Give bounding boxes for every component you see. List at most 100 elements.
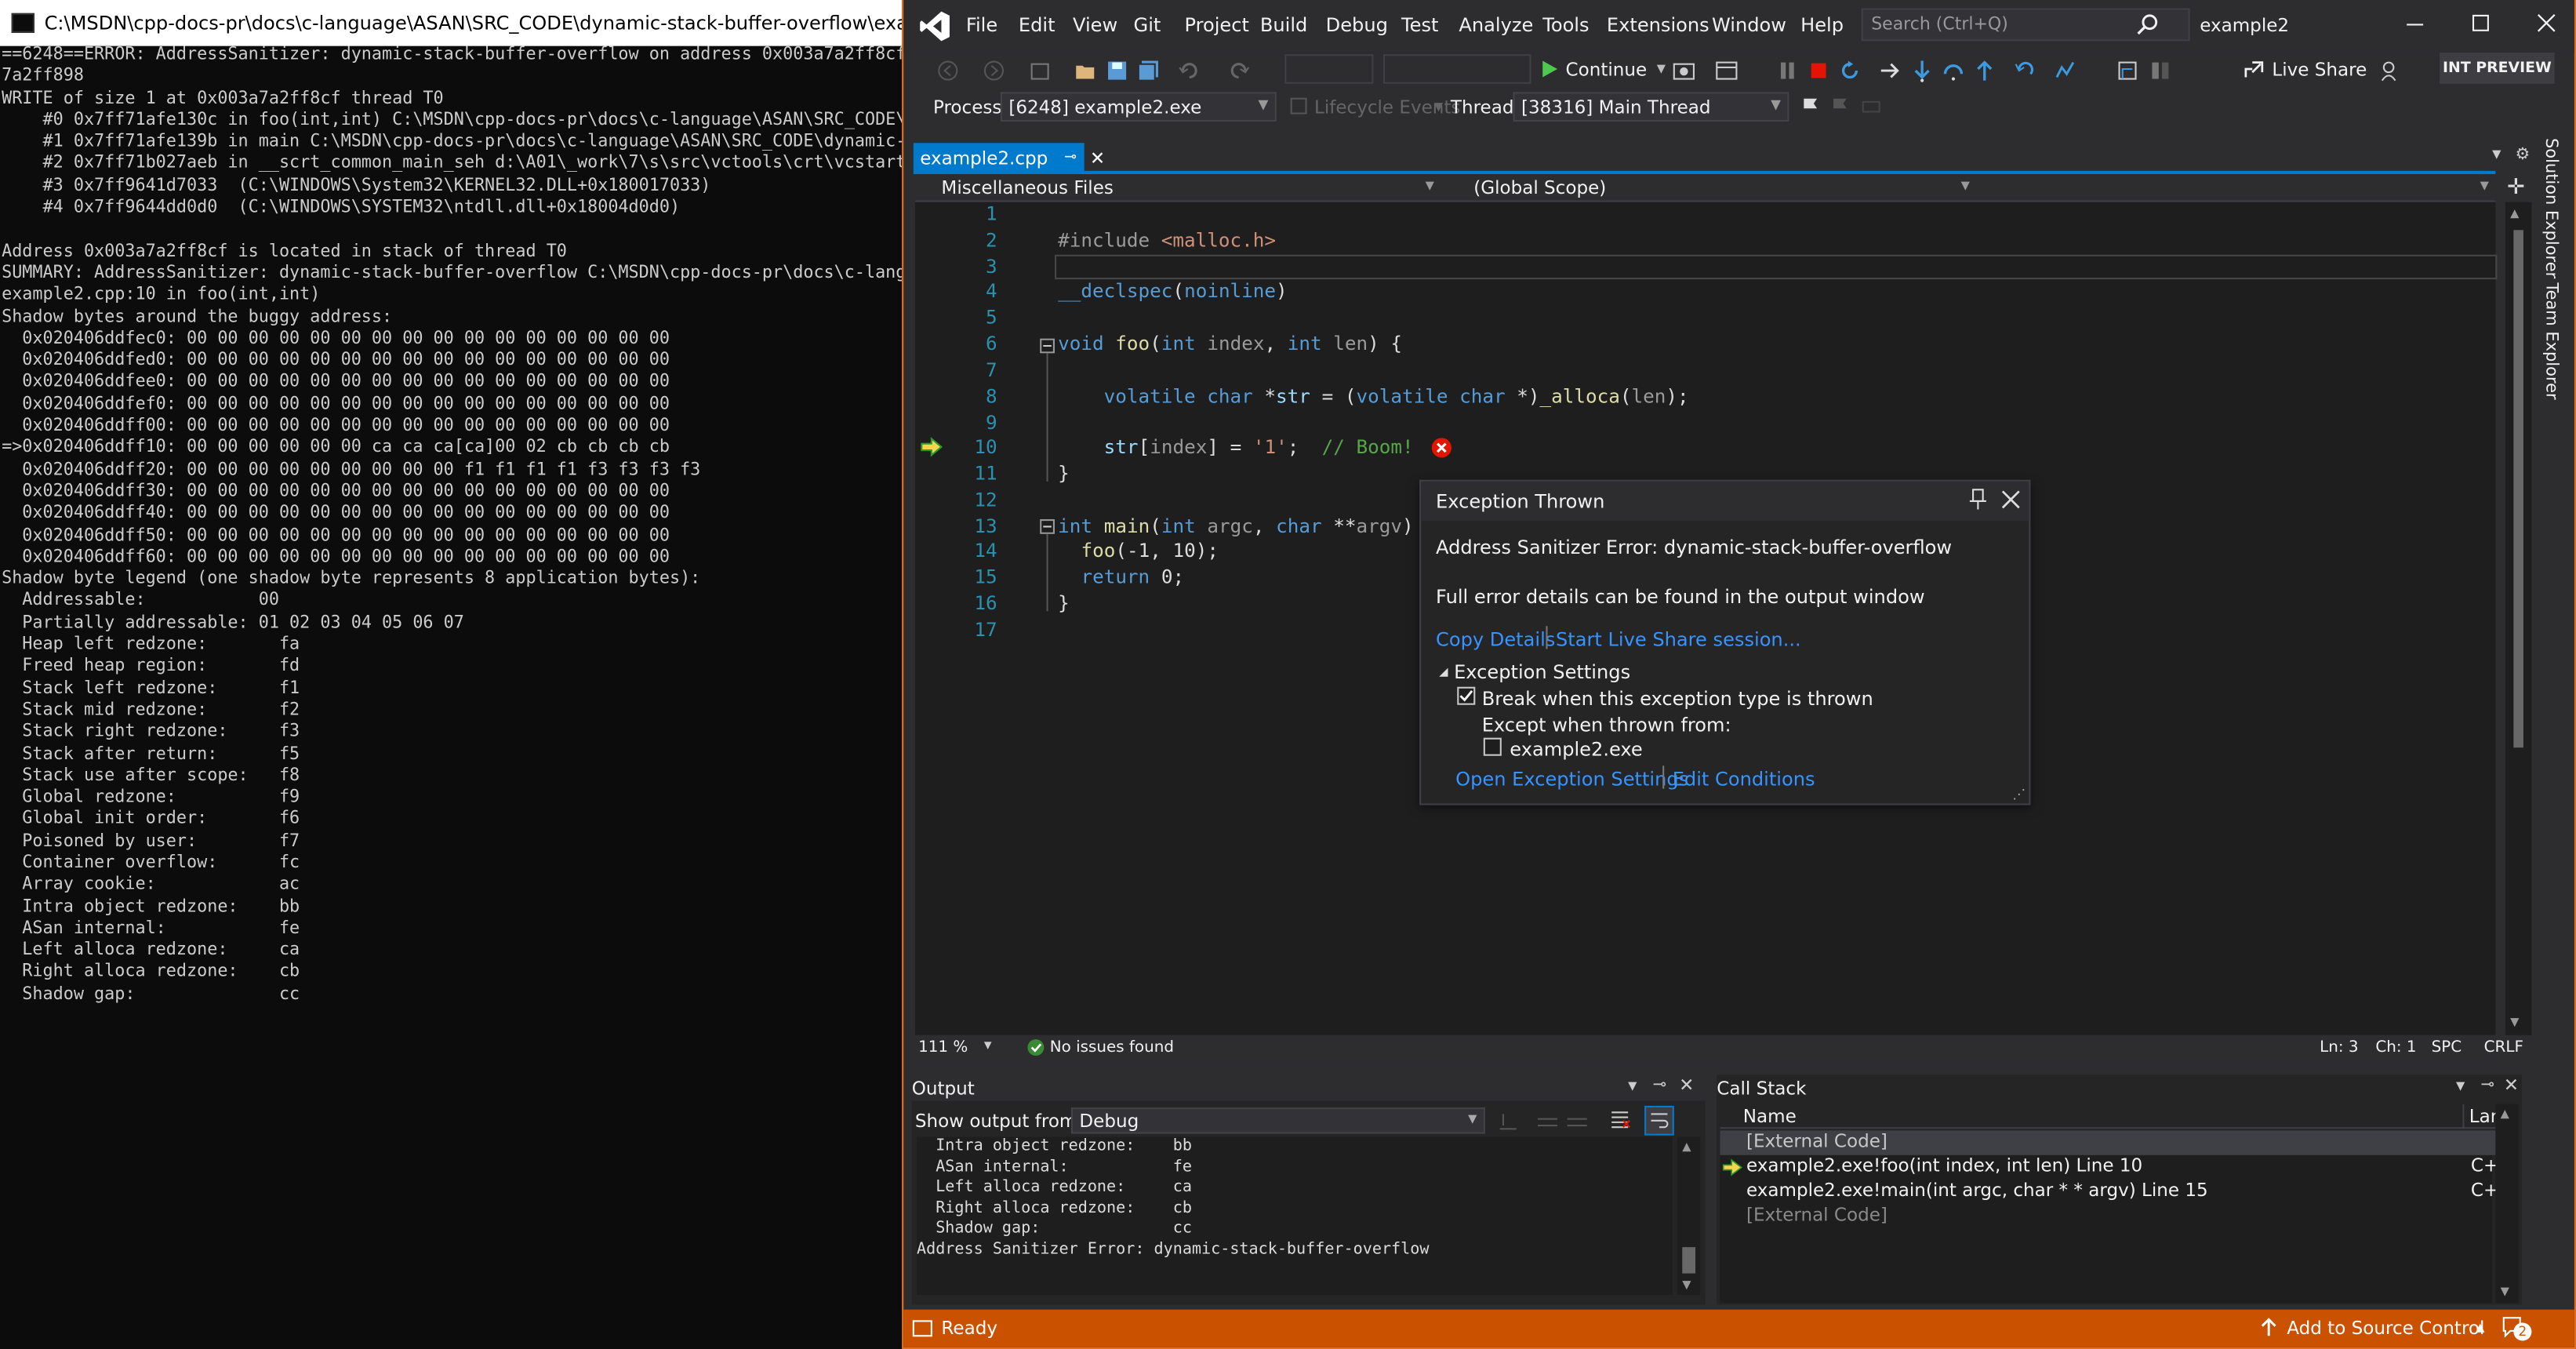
exception-settings-header[interactable]: Exception Settings [1454, 660, 1630, 683]
line-ending-indicator[interactable]: CRLF [2484, 1038, 2523, 1056]
notification-count[interactable]: 2 [2513, 1322, 2532, 1341]
minimize-icon[interactable] [2402, 10, 2429, 37]
visual-studio-logo-icon[interactable] [918, 10, 951, 43]
close-window-icon[interactable] [2533, 10, 2560, 37]
next-message-icon[interactable] [1566, 1109, 1589, 1132]
scrollbar-thumb[interactable] [1682, 1247, 1696, 1274]
show-next-statement-icon[interactable] [1880, 59, 1902, 82]
project-dropdown[interactable]: Miscellaneous Files ▼ [935, 174, 1441, 202]
solution-configuration-dropdown[interactable] [1284, 54, 1374, 84]
tab-list-chevron-icon[interactable]: ▼ [2492, 148, 2501, 162]
feedback-icon[interactable] [2379, 59, 2402, 82]
output-source-dropdown[interactable]: Debug ▼ [1070, 1107, 1485, 1134]
output-options-chevron-icon[interactable]: ▼ [1628, 1079, 1637, 1093]
search-icon[interactable] [2136, 13, 2159, 36]
menu-window[interactable]: Window [1712, 13, 1786, 36]
new-project-icon[interactable] [1028, 59, 1051, 82]
copy-details-link[interactable]: Copy Details [1436, 627, 1555, 650]
source-control-chevron-icon[interactable]: ▲ [2476, 1321, 2484, 1334]
collapse-foo-icon[interactable] [1040, 338, 1055, 354]
column-divider[interactable] [2462, 1104, 2465, 1129]
console-title-bar[interactable]: C:\MSDN\cpp-docs-pr\docs\c-language\ASAN… [0, 0, 903, 46]
menu-edit[interactable]: Edit [1019, 13, 1055, 36]
scroll-up-icon[interactable]: ▲ [1682, 1140, 1691, 1154]
add-to-source-control-button[interactable]: Add to Source Control [2287, 1318, 2484, 1339]
step-backward-icon[interactable] [2012, 59, 2035, 82]
tab-example2-cpp[interactable]: example2.cpp ⊸ ✕ [913, 143, 1105, 173]
maximize-icon[interactable] [2468, 10, 2494, 37]
close-tab-icon[interactable]: ✕ [1090, 147, 1105, 169]
column-header-name[interactable]: Name [1743, 1106, 1797, 1127]
stack-frame-icon[interactable] [1860, 96, 1883, 118]
settings-gear-icon[interactable]: ⚙ [2515, 146, 2530, 164]
int-preview-badge[interactable]: INT PREVIEW [2440, 53, 2555, 84]
team-explorer-tab[interactable]: Team Explorer [2541, 282, 2560, 399]
scroll-down-icon[interactable]: ▼ [2501, 1285, 2509, 1298]
output-pin-icon[interactable]: ⊸ [1653, 1076, 1667, 1094]
split-editor-icon[interactable]: ✛ [2507, 176, 2525, 200]
live-share-button[interactable]: Live Share [2243, 54, 2367, 84]
menu-debug[interactable]: Debug [1326, 13, 1388, 36]
camera-icon[interactable] [1673, 59, 1695, 82]
navigate-back-icon[interactable] [936, 59, 959, 82]
lifecycle-chevron-icon[interactable]: ▼ [1434, 100, 1443, 114]
break-all-icon[interactable] [1776, 59, 1799, 82]
toggle-word-wrap-icon[interactable] [1644, 1105, 1674, 1136]
start-live-share-link[interactable]: Start Live Share session... [1556, 627, 1801, 650]
output-text[interactable]: Intra object redzone: bb ASan internal: … [917, 1136, 1673, 1295]
restart-icon[interactable] [1838, 59, 1861, 82]
lifecycle-events-icon[interactable] [1290, 97, 1313, 120]
previous-message-icon[interactable] [1536, 1109, 1559, 1132]
collapse-main-icon[interactable] [1040, 519, 1055, 534]
open-folder-icon[interactable] [1074, 59, 1097, 82]
toolbar-options-icon[interactable] [2149, 59, 2171, 82]
edit-conditions-link[interactable]: Edit Conditions [1673, 767, 1815, 790]
expand-settings-icon[interactable]: ◢ [1439, 665, 1448, 678]
stop-debugging-icon[interactable] [1808, 59, 1830, 82]
issues-status[interactable]: No issues found [1050, 1038, 1174, 1056]
menu-git[interactable]: Git [1134, 13, 1161, 36]
menu-tools[interactable]: Tools [1542, 13, 1589, 36]
zoom-chevron-icon[interactable]: ▼ [984, 1040, 992, 1052]
toggle-breakpoint-icon[interactable] [2116, 59, 2138, 82]
open-exception-settings-link[interactable]: Open Exception Settings [1455, 767, 1688, 790]
menu-help[interactable]: Help [1800, 13, 1844, 36]
member-dropdown[interactable]: ▼ [1979, 174, 2495, 202]
navigate-forward-icon[interactable] [983, 59, 1005, 82]
zoom-level[interactable]: 111 % [918, 1038, 968, 1056]
source-control-up-arrow-icon[interactable] [2259, 1316, 2279, 1337]
call-stack-pin-icon[interactable]: ⊸ [2480, 1076, 2494, 1094]
call-stack-row[interactable]: [External Code] [1720, 1130, 2509, 1155]
menu-analyze[interactable]: Analyze [1459, 13, 1533, 36]
call-stack-scrollbar[interactable]: ▲ ▼ [2495, 1104, 2519, 1304]
scroll-down-icon[interactable]: ▼ [1682, 1278, 1691, 1292]
solution-platform-dropdown[interactable] [1382, 54, 1531, 84]
menu-project[interactable]: Project [1184, 13, 1248, 36]
step-over-icon[interactable] [1942, 59, 1964, 82]
menu-view[interactable]: View [1073, 13, 1117, 36]
status-window-icon[interactable] [912, 1318, 933, 1339]
scope-dropdown[interactable]: (Global Scope) ▼ [1467, 174, 1976, 202]
redo-icon[interactable] [1227, 59, 1250, 82]
menu-build[interactable]: Build [1260, 13, 1307, 36]
step-out-icon[interactable] [1973, 59, 1996, 82]
resize-grip-icon[interactable]: ⋰ [2012, 787, 2026, 802]
layout-icon[interactable] [1715, 59, 1738, 82]
pin-tab-icon[interactable]: ⊸ [1064, 150, 1077, 166]
pin-popup-icon[interactable] [1968, 488, 1988, 511]
scrollbar-thumb[interactable] [2513, 230, 2523, 748]
output-close-icon[interactable]: ✕ [1679, 1074, 1694, 1096]
flag-thread-icon[interactable] [1799, 96, 1822, 118]
save-all-icon[interactable] [1137, 59, 1160, 82]
thread-dropdown[interactable]: [38316] Main Thread ▼ [1513, 92, 1789, 122]
scroll-down-icon[interactable]: ▼ [2510, 1016, 2519, 1029]
break-when-thrown-checkbox[interactable] [1457, 686, 1476, 705]
find-message-icon[interactable] [1497, 1109, 1520, 1132]
exception-error-icon[interactable] [1431, 437, 1452, 458]
clear-all-icon[interactable] [1608, 1107, 1631, 1130]
scroll-up-icon[interactable]: ▲ [2510, 207, 2519, 220]
solution-explorer-tab[interactable]: Solution Explorer [2541, 138, 2560, 278]
example2-exe-checkbox[interactable] [1483, 737, 1502, 756]
process-dropdown[interactable]: [6248] example2.exe ▼ [1000, 92, 1277, 122]
menu-file[interactable]: File [966, 13, 997, 36]
